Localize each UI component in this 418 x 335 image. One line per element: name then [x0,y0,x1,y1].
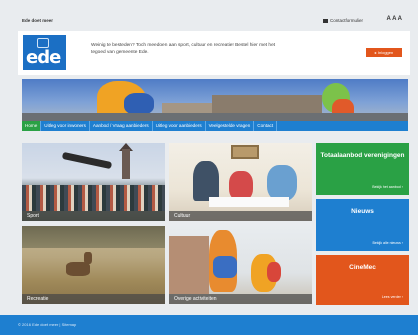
nav-item-uitleg-inwoners[interactable]: Uitleg voor inwoners [41,121,90,131]
side-green-title: Totaalaanbod verenigingen [320,152,405,159]
side-block-verenigingen[interactable]: Totaalaanbod verenigingen Bekijk het aan… [316,143,409,195]
tile-recreatie[interactable]: Recreatie [22,226,165,304]
contact-label: Contactformulier [330,18,364,23]
side-blue-title: Nieuws [351,208,374,215]
login-button[interactable]: ▸ Inloggen [366,48,402,57]
church-tower [122,149,130,179]
child-1 [193,161,219,201]
contact-link[interactable]: Contactformulier [323,18,363,23]
hero-banner [22,79,408,121]
tree-line [22,226,165,248]
side-block-nieuws[interactable]: Nieuws Bekijk alle nieuws › [316,199,409,251]
tile-recreatie-label: Recreatie [22,294,165,304]
side-green-link[interactable]: Bekijk het aanbod › [372,185,403,189]
tile-sport[interactable]: Sport [22,143,165,221]
side-orange-link[interactable]: Lees verder › [382,295,403,299]
header: ede Weinig te besteden? Toch meedoen aan… [18,31,410,75]
deer-body [66,262,90,276]
banner-crowd [22,113,408,121]
main-nav: Home Uitleg voor inwoners Aanbod / Vraag… [22,121,408,131]
ede-logo[interactable]: ede [23,35,66,70]
sculpture-2-body [267,262,281,282]
side-orange-title: CineMec [349,264,376,271]
site-name[interactable]: Ede doet meer [22,18,53,23]
banner-figure-blue [124,93,154,115]
tile-sport-label: Sport [22,211,165,221]
nav-item-faq[interactable]: Veelgestelde vragen [206,121,255,131]
nav-item-uitleg-aanbieders[interactable]: Uitleg voor aanbieders [153,121,206,131]
page: Ede doet meer Contactformulier A A A ede… [0,0,418,335]
side-blue-link[interactable]: Bekijk alle nieuws › [372,241,403,245]
logo-text: ede [26,47,61,68]
nav-item-home[interactable]: Home [22,121,42,131]
drawing-paper [209,197,289,207]
side-block-cinemec[interactable]: CineMec Lees verder › [316,255,409,305]
tile-overig-label: Overige activiteiten [169,294,312,304]
font-size-toggle[interactable]: A A A [387,16,402,22]
footer: © 2016 Ede doet meer | Sitemap [0,315,418,335]
child-3 [267,165,297,201]
intro-text: Weinig te besteden? Toch meedoen aan spo… [91,43,276,56]
gymnast [61,151,113,170]
spectators [22,185,165,211]
wall-frame [231,145,259,159]
mail-icon [323,19,328,23]
tile-cultuur-label: Cultuur [169,211,312,221]
deer-head [84,252,92,264]
nav-item-aanbod[interactable]: Aanbod / Vraag aanbieders [90,121,153,131]
footer-copyright[interactable]: © 2016 Ede doet meer | Sitemap [18,322,76,327]
tile-cultuur[interactable]: Cultuur [169,143,312,221]
nav-item-contact[interactable]: Contact [254,121,278,131]
sculpture-1-body [213,256,237,278]
top-bar: Ede doet meer Contactformulier A A A [18,15,408,27]
building [169,236,209,294]
tile-overige-activiteiten[interactable]: Overige activiteiten [169,226,312,304]
